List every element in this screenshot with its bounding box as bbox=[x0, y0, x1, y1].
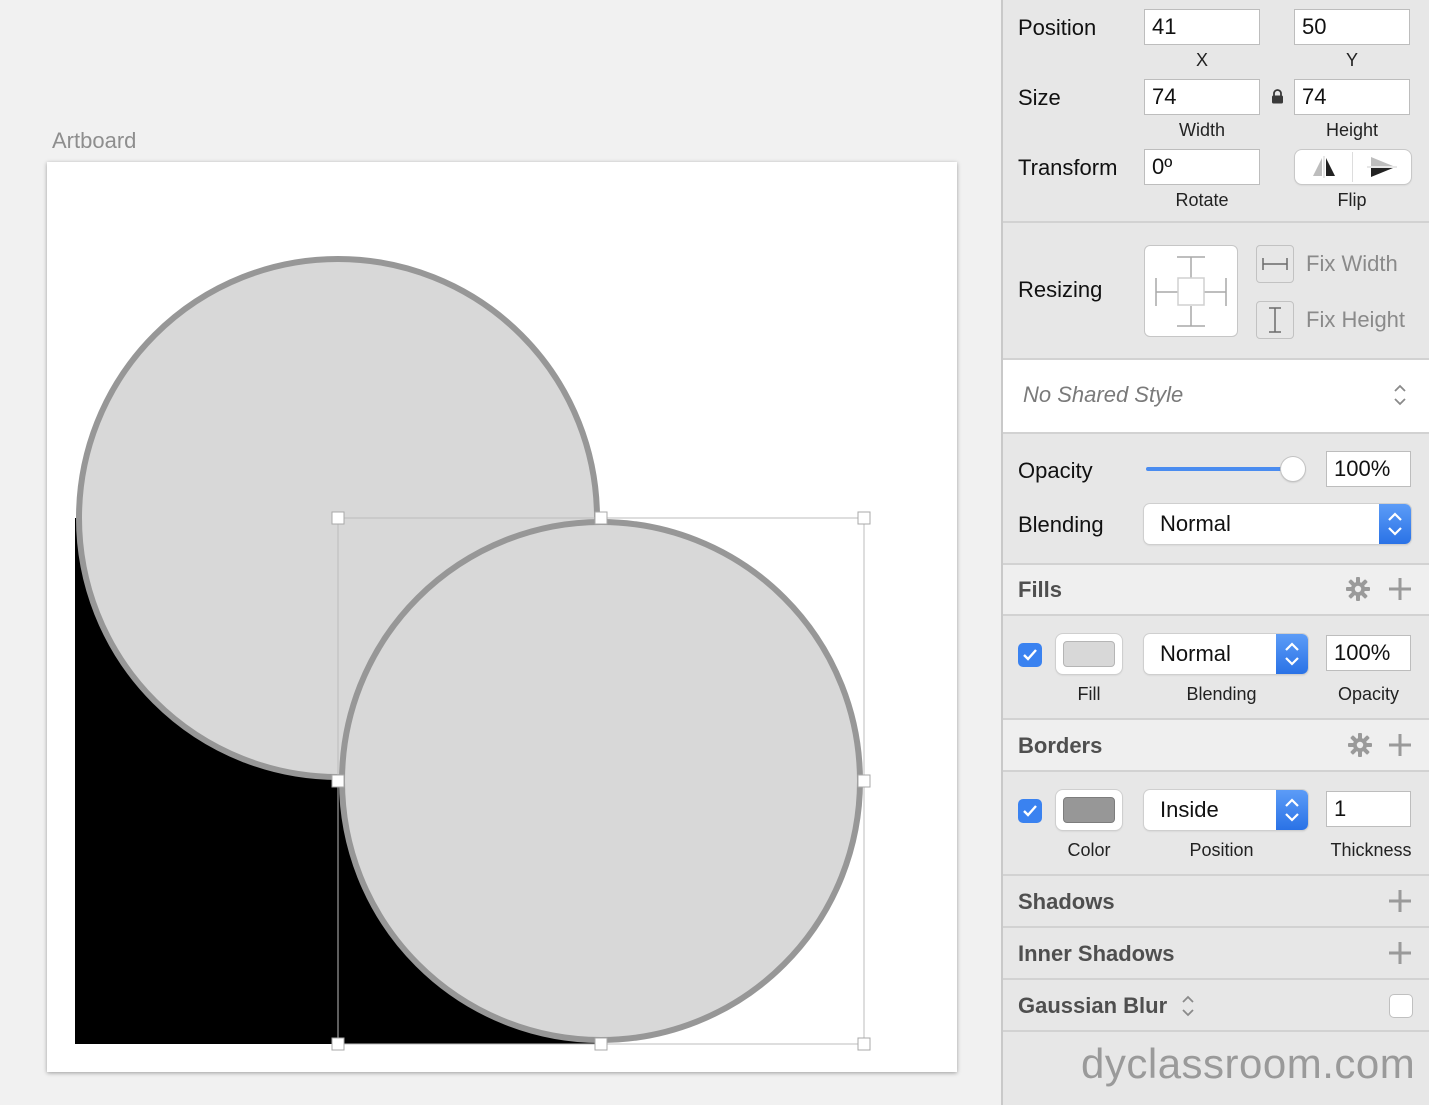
fill-opacity-input[interactable]: 100% bbox=[1326, 635, 1411, 671]
height-caption: Height bbox=[1325, 120, 1379, 140]
gaussian-blur-checkbox[interactable] bbox=[1389, 994, 1413, 1018]
fix-height-label[interactable]: Fix Height bbox=[1306, 307, 1405, 333]
fill-caption: Fill bbox=[1077, 684, 1101, 704]
shadows-header: Shadows bbox=[1003, 876, 1429, 928]
inner-shadows-title: Inner Shadows bbox=[1018, 941, 1175, 966]
opacity-slider-knob[interactable] bbox=[1281, 457, 1305, 481]
fill-color-button[interactable] bbox=[1056, 634, 1122, 674]
resizing-constraints-widget[interactable] bbox=[1144, 245, 1238, 337]
handle-top-right[interactable] bbox=[857, 511, 871, 525]
opacity-label: Opacity bbox=[1018, 458, 1093, 483]
blending-value: Normal bbox=[1160, 511, 1231, 536]
borders-gear-icon[interactable] bbox=[1347, 732, 1373, 758]
border-color-swatch bbox=[1063, 797, 1115, 823]
flip-control bbox=[1295, 150, 1411, 184]
fill-opacity-caption: Opacity bbox=[1337, 684, 1400, 704]
border-position-select[interactable]: Inside bbox=[1144, 790, 1308, 830]
shared-style-stepper-icon[interactable] bbox=[1392, 382, 1408, 408]
border-thickness-caption: Thickness bbox=[1330, 840, 1412, 860]
border-color-button[interactable] bbox=[1056, 790, 1122, 830]
fills-header: Fills bbox=[1003, 565, 1429, 616]
flip-caption: Flip bbox=[1337, 190, 1367, 210]
fix-width-button[interactable] bbox=[1256, 245, 1294, 283]
position-x-input[interactable]: 41 bbox=[1144, 9, 1260, 45]
rotate-caption: Rotate bbox=[1175, 190, 1229, 210]
fix-width-icon bbox=[1262, 258, 1288, 270]
chevron-updown-icon bbox=[1285, 798, 1299, 822]
fills-title: Fills bbox=[1018, 577, 1063, 602]
inspector-panel: Position 41 50 X Y Size 74 74 Width Heig… bbox=[1001, 0, 1429, 1105]
blending-stepper[interactable] bbox=[1379, 504, 1411, 544]
fix-height-icon bbox=[1269, 307, 1281, 333]
opacity-input[interactable]: 100% bbox=[1326, 451, 1411, 487]
flip-vertical-icon[interactable] bbox=[1367, 155, 1397, 179]
shadows-add-icon[interactable] bbox=[1387, 888, 1413, 914]
handle-top-left[interactable] bbox=[331, 511, 345, 525]
shadows-title: Shadows bbox=[1018, 889, 1115, 914]
borders-title: Borders bbox=[1018, 733, 1103, 758]
fill-row: Normal 100% Fill Blending Opacity bbox=[1003, 616, 1429, 720]
gaussian-blur-header: Gaussian Blur bbox=[1003, 980, 1429, 1032]
chevron-updown-icon bbox=[1285, 642, 1299, 666]
position-y-input[interactable]: 50 bbox=[1294, 9, 1410, 45]
width-caption: Width bbox=[1178, 120, 1225, 140]
border-enabled-checkbox[interactable] bbox=[1018, 799, 1042, 823]
handle-bottom-left[interactable] bbox=[331, 1037, 345, 1051]
border-color-caption: Color bbox=[1067, 840, 1111, 860]
transform-label: Transform bbox=[1018, 155, 1118, 180]
resizing-label: Resizing bbox=[1018, 277, 1103, 302]
fill-blending-select[interactable]: Normal bbox=[1144, 634, 1308, 674]
shared-style-value: No Shared Style bbox=[1023, 382, 1184, 407]
size-label: Size bbox=[1018, 85, 1061, 110]
fill-enabled-checkbox[interactable] bbox=[1018, 643, 1042, 667]
fill-blending-caption: Blending bbox=[1186, 684, 1257, 704]
border-position-caption: Position bbox=[1189, 840, 1254, 860]
geometry-section: Position 41 50 X Y Size 74 74 Width Heig… bbox=[1003, 0, 1429, 223]
rotate-input[interactable]: 0º bbox=[1144, 149, 1260, 185]
handle-bottom-right[interactable] bbox=[857, 1037, 871, 1051]
borders-header: Borders bbox=[1003, 720, 1429, 772]
borders-add-icon[interactable] bbox=[1387, 732, 1413, 758]
handle-bottom-center[interactable] bbox=[594, 1037, 608, 1051]
flip-divider bbox=[1352, 152, 1353, 182]
handle-top-center[interactable] bbox=[594, 511, 608, 525]
width-input[interactable]: 74 bbox=[1144, 79, 1260, 115]
x-caption: X bbox=[1195, 50, 1208, 70]
canvas[interactable]: Artboard bbox=[0, 0, 1001, 1105]
circle-selected[interactable] bbox=[339, 519, 863, 1043]
inner-shadows-header: Inner Shadows bbox=[1003, 928, 1429, 980]
fills-add-icon[interactable] bbox=[1387, 576, 1413, 602]
fills-gear-icon[interactable] bbox=[1345, 576, 1371, 602]
checkmark-icon bbox=[1023, 805, 1037, 817]
y-caption: Y bbox=[1345, 50, 1358, 70]
flip-horizontal-icon[interactable] bbox=[1309, 156, 1339, 178]
artboard[interactable] bbox=[47, 162, 957, 1072]
fix-height-button[interactable] bbox=[1256, 301, 1294, 339]
watermark: dyclassroom.com bbox=[1081, 1040, 1416, 1087]
opacity-slider-track[interactable] bbox=[1146, 467, 1296, 471]
handle-middle-right[interactable] bbox=[857, 774, 871, 788]
constraints-icon bbox=[1155, 256, 1227, 327]
gaussian-blur-title[interactable]: Gaussian Blur bbox=[1018, 993, 1167, 1019]
fill-blending-value: Normal bbox=[1160, 641, 1231, 666]
fill-color-swatch bbox=[1063, 641, 1115, 667]
position-label: Position bbox=[1018, 15, 1097, 40]
border-position-value: Inside bbox=[1160, 797, 1219, 822]
fix-width-label[interactable]: Fix Width bbox=[1306, 251, 1398, 277]
border-row: Inside 1 Color Position Thickness bbox=[1003, 772, 1429, 876]
fill-blending-stepper[interactable] bbox=[1276, 634, 1308, 674]
blending-select[interactable]: Normal bbox=[1144, 504, 1411, 544]
lock-icon[interactable] bbox=[1271, 89, 1284, 104]
border-position-stepper[interactable] bbox=[1276, 790, 1308, 830]
handle-middle-left[interactable] bbox=[331, 774, 345, 788]
chevron-updown-icon bbox=[1388, 512, 1402, 536]
checkmark-icon bbox=[1023, 649, 1037, 661]
inner-shadows-add-icon[interactable] bbox=[1387, 940, 1413, 966]
blur-type-stepper-icon[interactable] bbox=[1180, 993, 1196, 1019]
blending-label: Blending bbox=[1018, 512, 1104, 537]
height-input[interactable]: 74 bbox=[1294, 79, 1410, 115]
border-thickness-input[interactable]: 1 bbox=[1326, 791, 1411, 827]
artboard-label[interactable]: Artboard bbox=[52, 128, 136, 154]
artboard-shapes bbox=[75, 256, 871, 1051]
